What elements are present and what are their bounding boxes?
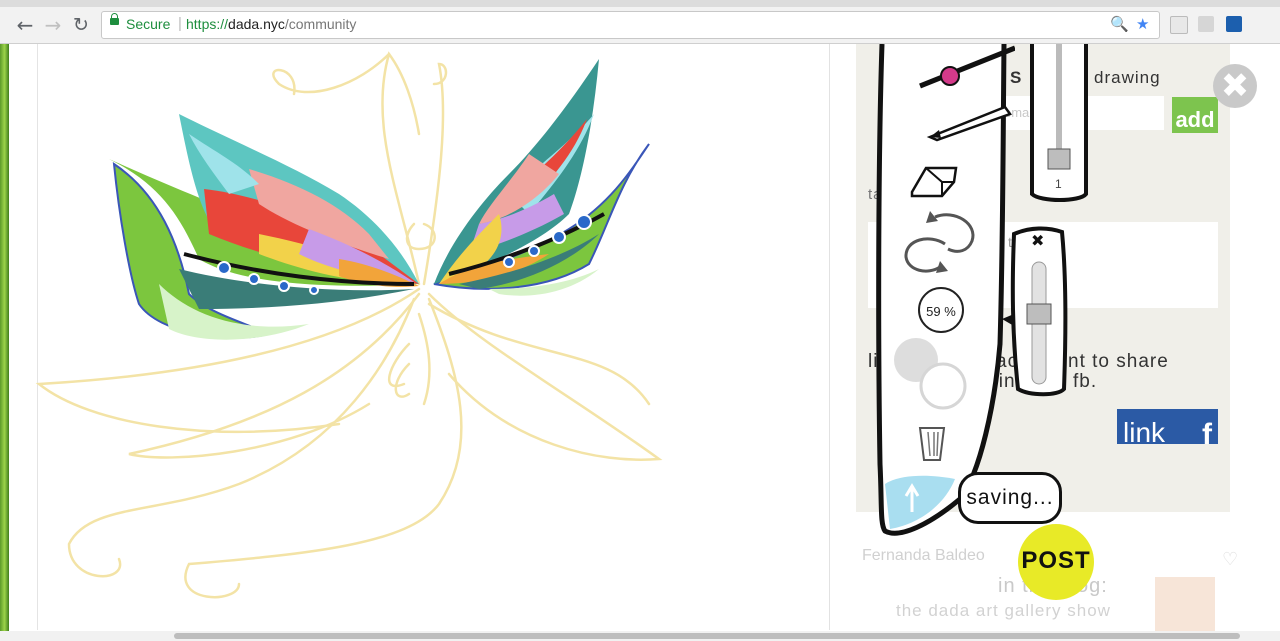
horizontal-scrollbar[interactable] bbox=[0, 631, 1280, 641]
page-content: drawing ema add ta u te lin ac nt to sha… bbox=[0, 44, 1280, 641]
extension-icon[interactable] bbox=[1226, 16, 1242, 32]
saving-status: saving... bbox=[958, 472, 1062, 524]
url-text: https://dada.nyc/community bbox=[186, 16, 357, 32]
butterfly-drawing bbox=[35, 51, 663, 599]
star-icon[interactable]: ★ bbox=[1136, 15, 1149, 33]
tab-strip bbox=[0, 0, 1280, 7]
opacity-readout[interactable]: 59 % bbox=[918, 287, 964, 333]
color-swatch-icon[interactable] bbox=[888, 334, 968, 414]
reload-button[interactable]: ↻ bbox=[69, 13, 93, 37]
magnifier-icon[interactable]: 🔍 bbox=[1110, 15, 1129, 33]
address-bar[interactable]: Secure | https://dada.nyc/community 🔍 ★ bbox=[101, 11, 1160, 39]
brush-size-value: 1 bbox=[1055, 177, 1062, 191]
trash-icon[interactable] bbox=[918, 424, 946, 462]
window-edge bbox=[0, 44, 9, 641]
drawing-canvas[interactable] bbox=[9, 44, 830, 630]
lock-icon bbox=[110, 13, 119, 25]
url-separator: | bbox=[178, 15, 182, 32]
extension-icon[interactable] bbox=[1198, 16, 1214, 32]
tool-glyph: S bbox=[1010, 68, 1023, 87]
eraser-icon[interactable] bbox=[908, 162, 960, 202]
post-button[interactable]: POST bbox=[1018, 524, 1094, 600]
pencil-icon[interactable] bbox=[925, 102, 1015, 142]
slider-close-icon[interactable]: ✖ bbox=[1031, 231, 1044, 250]
scrollbar-thumb[interactable] bbox=[174, 633, 1240, 639]
secure-label: Secure bbox=[126, 16, 171, 32]
redo-icon[interactable] bbox=[900, 209, 980, 279]
forward-button[interactable]: → bbox=[41, 13, 65, 37]
browser-toolbar: ← → ↻ Secure | https://dada.nyc/communit… bbox=[0, 7, 1280, 44]
extension-icon[interactable] bbox=[1170, 16, 1188, 34]
back-button[interactable]: ← bbox=[13, 13, 37, 37]
